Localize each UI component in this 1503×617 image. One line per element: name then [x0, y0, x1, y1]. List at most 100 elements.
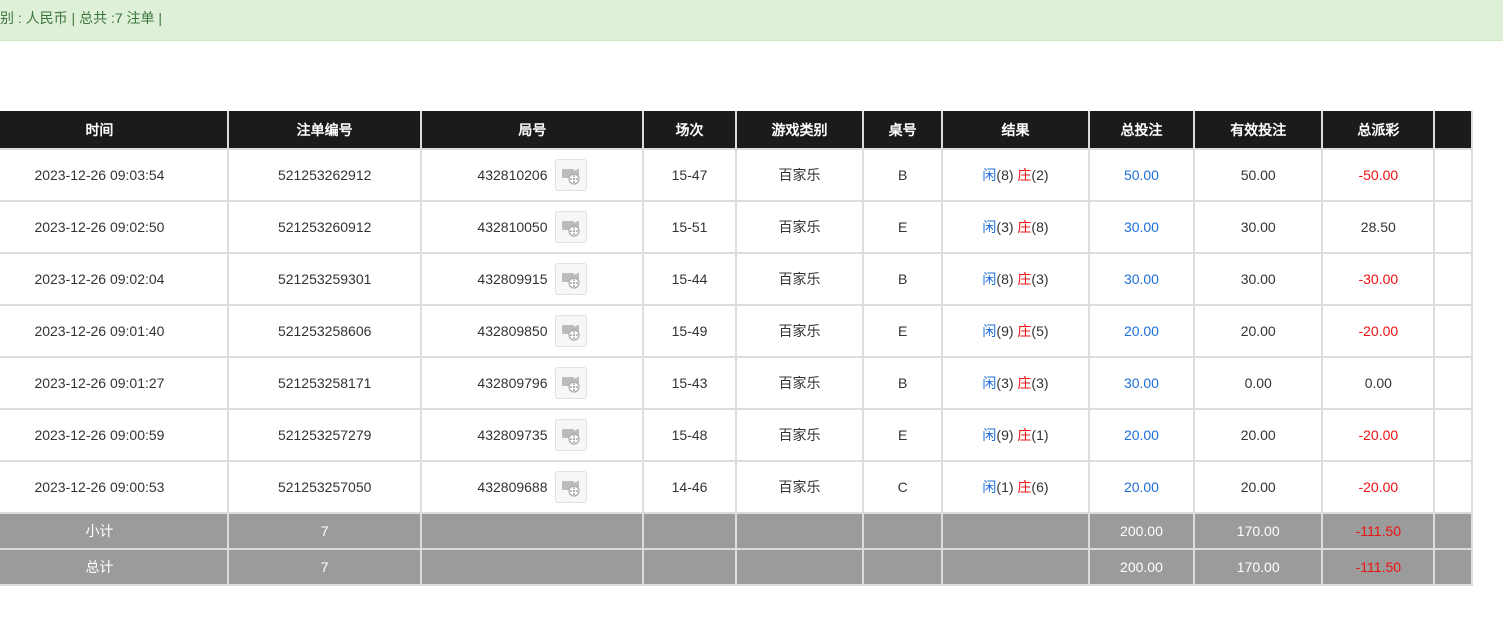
banker-label: 庄	[1017, 427, 1032, 443]
cell-session: 15-49	[642, 304, 737, 358]
cell-extra	[1433, 460, 1473, 514]
sum-empty	[1433, 548, 1473, 586]
banker-label: 庄	[1017, 375, 1032, 391]
cell-time: 2023-12-26 09:01:27	[0, 356, 229, 410]
col-header-session: 场次	[642, 111, 737, 150]
video-replay-icon[interactable]	[555, 367, 588, 399]
sum-payout: -111.50	[1321, 548, 1436, 586]
cell-game-type: 百家乐	[734, 408, 865, 462]
banker-label: 庄	[1017, 167, 1032, 183]
player-label: 闲	[982, 271, 997, 287]
video-replay-icon[interactable]	[555, 315, 588, 347]
cell-valid-bet: 20.00	[1192, 304, 1324, 358]
cell-payout: 28.50	[1321, 200, 1436, 254]
cell-table: B	[862, 148, 944, 202]
col-header-game-type: 游戏类别	[734, 111, 865, 150]
cell-session: 15-48	[642, 408, 737, 462]
cell-round: 432810050	[420, 200, 645, 254]
cell-round: 432809688	[420, 460, 645, 514]
round-id: 432809796	[477, 375, 548, 391]
sum-empty	[642, 512, 737, 550]
sum-count: 7	[226, 512, 423, 550]
sum-empty	[734, 548, 865, 586]
player-score: (8)	[996, 167, 1014, 183]
cell-time: 2023-12-26 09:03:54	[0, 148, 229, 202]
cell-table: B	[862, 252, 944, 306]
table-row: 2023-12-26 09:03:54 521253262912 4328102…	[0, 148, 1473, 202]
sum-empty	[420, 512, 645, 550]
video-replay-icon[interactable]	[555, 263, 588, 295]
sum-empty	[941, 548, 1090, 586]
cell-payout: -20.00	[1321, 304, 1436, 358]
player-label: 闲	[982, 479, 997, 495]
cell-total-bet: 30.00	[1087, 200, 1196, 254]
cell-session: 15-47	[642, 148, 737, 202]
col-header-payout: 总派彩	[1321, 111, 1436, 150]
player-label: 闲	[982, 167, 997, 183]
cell-game-type: 百家乐	[734, 200, 865, 254]
bet-records-table: 时间 注单编号 局号 场次 游戏类别 桌号 结果 总投注 有效投注 总派彩 20…	[0, 111, 1473, 586]
cell-bet-no: 521253262912	[226, 148, 423, 202]
cell-result: 闲(1) 庄(6)	[941, 460, 1090, 514]
col-header-time: 时间	[0, 111, 229, 150]
cell-result: 闲(9) 庄(5)	[941, 304, 1090, 358]
cell-table: E	[862, 408, 944, 462]
cell-game-type: 百家乐	[734, 252, 865, 306]
sum-empty	[862, 512, 944, 550]
cell-game-type: 百家乐	[734, 148, 865, 202]
cell-extra	[1433, 252, 1473, 306]
banker-score: (1)	[1031, 427, 1049, 443]
video-replay-icon[interactable]	[555, 419, 588, 451]
cell-payout: -30.00	[1321, 252, 1436, 306]
sum-label: 总计	[0, 548, 229, 586]
sum-empty	[642, 548, 737, 586]
cell-session: 14-46	[642, 460, 737, 514]
banker-label: 庄	[1017, 479, 1032, 495]
cell-total-bet: 30.00	[1087, 356, 1196, 410]
player-score: (9)	[996, 427, 1014, 443]
cell-extra	[1433, 304, 1473, 358]
cell-time: 2023-12-26 09:02:50	[0, 200, 229, 254]
round-id: 432809850	[477, 323, 548, 339]
banker-score: (8)	[1031, 219, 1049, 235]
table-row: 2023-12-26 09:01:40 521253258606 4328098…	[0, 304, 1473, 358]
summary-text: 币别 : 人民币 | 总共 :7 注单 |	[0, 10, 163, 26]
round-id: 432810050	[477, 219, 548, 235]
round-id: 432809915	[477, 271, 548, 287]
summary-bar: 币别 : 人民币 | 总共 :7 注单 |	[0, 0, 1503, 41]
video-replay-icon[interactable]	[555, 471, 588, 503]
cell-time: 2023-12-26 09:00:53	[0, 460, 229, 514]
video-replay-icon[interactable]	[555, 211, 588, 243]
cell-bet-no: 521253258606	[226, 304, 423, 358]
cell-result: 闲(3) 庄(3)	[941, 356, 1090, 410]
cell-round: 432809850	[420, 304, 645, 358]
player-score: (8)	[996, 271, 1014, 287]
cell-payout: -20.00	[1321, 460, 1436, 514]
cell-time: 2023-12-26 09:01:40	[0, 304, 229, 358]
sum-total-bet: 200.00	[1087, 548, 1196, 586]
col-header-result: 结果	[941, 111, 1090, 150]
sum-empty	[420, 548, 645, 586]
video-replay-icon[interactable]	[555, 159, 588, 191]
cell-payout: -50.00	[1321, 148, 1436, 202]
cell-table: E	[862, 200, 944, 254]
sum-empty	[862, 548, 944, 586]
banker-score: (3)	[1031, 375, 1049, 391]
table-header-row: 时间 注单编号 局号 场次 游戏类别 桌号 结果 总投注 有效投注 总派彩	[0, 111, 1473, 150]
cell-result: 闲(8) 庄(3)	[941, 252, 1090, 306]
cell-game-type: 百家乐	[734, 304, 865, 358]
table-row: 2023-12-26 09:02:04 521253259301 4328099…	[0, 252, 1473, 306]
cell-bet-no: 521253257279	[226, 408, 423, 462]
cell-session: 15-51	[642, 200, 737, 254]
col-header-valid-bet: 有效投注	[1192, 111, 1324, 150]
cell-round: 432810206	[420, 148, 645, 202]
cell-bet-no: 521253258171	[226, 356, 423, 410]
banker-label: 庄	[1017, 323, 1032, 339]
round-id: 432810206	[477, 167, 548, 183]
cell-round: 432809796	[420, 356, 645, 410]
sum-total-bet: 200.00	[1087, 512, 1196, 550]
player-score: (3)	[996, 375, 1014, 391]
cell-total-bet: 20.00	[1087, 304, 1196, 358]
player-label: 闲	[982, 427, 997, 443]
cell-valid-bet: 20.00	[1192, 408, 1324, 462]
